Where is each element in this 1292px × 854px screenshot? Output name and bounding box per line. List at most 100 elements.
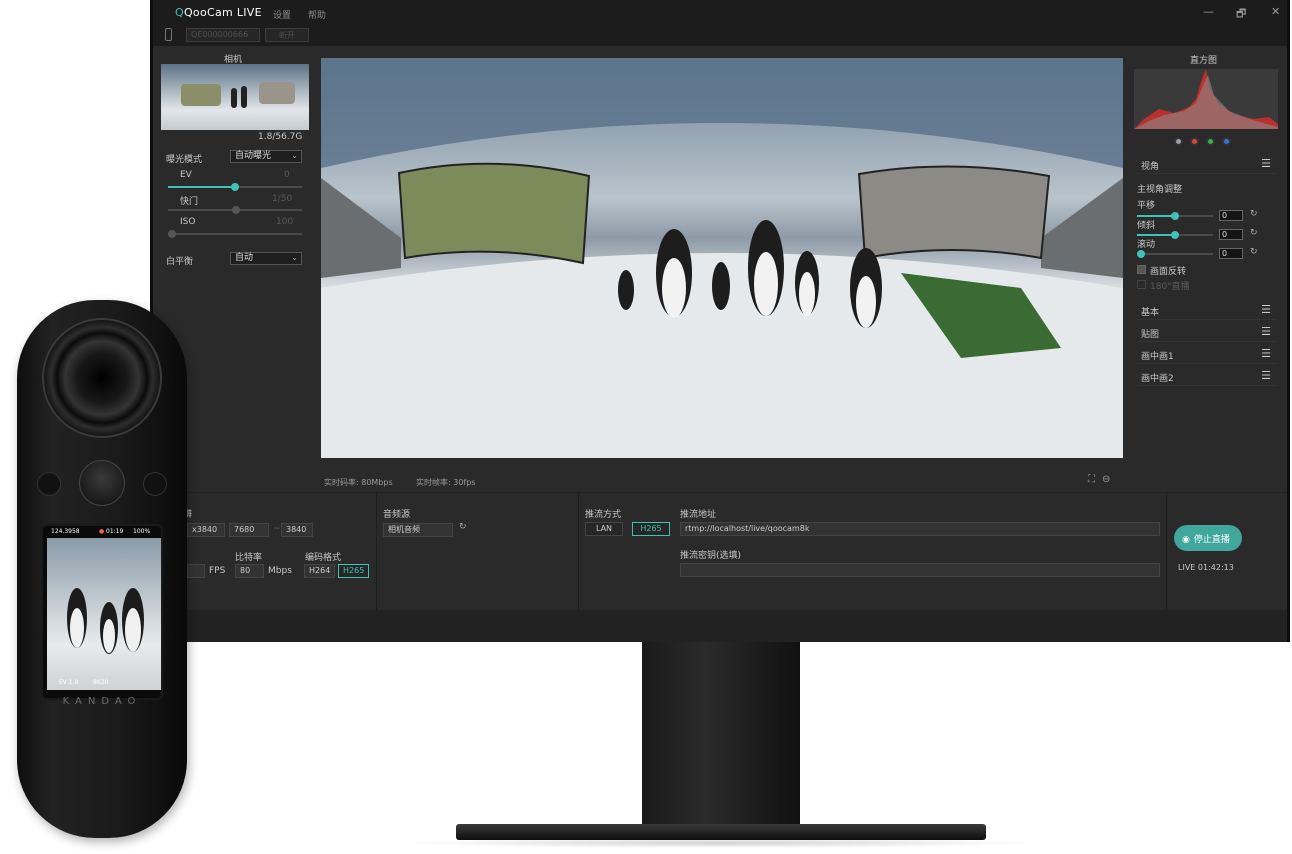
tilt-slider-knob[interactable] xyxy=(1171,231,1179,239)
menu-help[interactable]: 帮助 xyxy=(308,8,326,21)
section-view-label: 视角 xyxy=(1141,162,1160,172)
refresh-icon[interactable]: ↻ xyxy=(459,522,467,532)
panorama-preview[interactable] xyxy=(321,58,1123,458)
resolution-separator: ~ xyxy=(273,524,281,534)
ev-label: EV xyxy=(180,170,192,180)
screen-rec-time: 01:19 xyxy=(106,528,124,535)
screen-mode: 8K30 xyxy=(93,679,109,686)
roll-input[interactable]: 0 xyxy=(1219,248,1243,259)
menu-icon[interactable]: ☰ xyxy=(1261,347,1271,360)
disconnect-button[interactable]: 断开 xyxy=(265,28,309,42)
pan-slider[interactable] xyxy=(1137,212,1213,220)
bitrate-unit: Mbps xyxy=(268,566,292,576)
menu-icon[interactable]: ☰ xyxy=(1261,325,1271,338)
minimize-icon[interactable]: — xyxy=(1203,5,1214,18)
section-basic-label: 基本 xyxy=(1141,308,1160,318)
tilt-reset-icon[interactable]: ↻ xyxy=(1250,228,1258,238)
ev-slider-knob[interactable] xyxy=(231,183,239,191)
audio-section: 音频源 相机音频 ↻ xyxy=(377,493,579,611)
close-icon[interactable]: ✕ xyxy=(1271,5,1280,18)
pan-slider-knob[interactable] xyxy=(1171,212,1179,220)
bitrate-input[interactable]: 80 xyxy=(235,564,264,578)
white-balance-label: 白平衡 xyxy=(166,257,194,267)
tilt-label: 倾斜 xyxy=(1137,221,1156,231)
screen-battery: 100% xyxy=(133,528,151,535)
menu-icon[interactable]: ☰ xyxy=(1261,157,1271,170)
ev-slider[interactable] xyxy=(168,183,302,191)
chevron-down-icon: ⌄ xyxy=(291,253,298,262)
exposure-mode-select[interactable]: 自动曝光 ⌄ xyxy=(230,150,302,163)
audio-source-select[interactable]: 相机音频 xyxy=(383,523,453,537)
shutter-slider[interactable] xyxy=(168,206,302,214)
fullscreen-icon[interactable]: ⛶ xyxy=(1088,474,1095,485)
stop-live-button[interactable]: ◉ 停止直播 xyxy=(1174,525,1242,551)
channel-blue-dot[interactable] xyxy=(1222,137,1231,146)
roll-slider-knob[interactable] xyxy=(1137,250,1145,258)
fps-unit: FPS xyxy=(209,566,226,576)
stream-key-input[interactable] xyxy=(680,563,1160,577)
right-button xyxy=(143,472,167,496)
section-basic[interactable]: 基本 ☰ xyxy=(1137,300,1277,320)
section-pip2[interactable]: 画中画2 ☰ xyxy=(1137,366,1277,386)
device-serial-field[interactable]: QE000000666 xyxy=(186,28,260,42)
codec-h265-option[interactable]: H265 xyxy=(338,564,369,578)
chevron-down-icon: ⌄ xyxy=(291,151,298,160)
iso-slider-knob[interactable] xyxy=(168,230,176,238)
white-balance-select[interactable]: 自动 ⌄ xyxy=(230,252,302,265)
pan-reset-icon[interactable]: ↻ xyxy=(1250,209,1258,219)
pan-input[interactable]: 0 xyxy=(1219,210,1243,221)
ev-value: 0 xyxy=(284,170,290,180)
section-pip1[interactable]: 画中画1 ☰ xyxy=(1137,344,1277,364)
codec-h264-option[interactable]: H264 xyxy=(304,564,335,578)
app-logo: QQooCam LIVE xyxy=(175,6,262,19)
resolution-width-input[interactable]: x3840 xyxy=(187,523,225,537)
qoocam-device: 124.3958 ● 01:19 100% EV 1.0 8K30 KANDAO xyxy=(17,300,187,838)
camera-screen-image xyxy=(47,538,161,690)
section-view[interactable]: 视角 ☰ xyxy=(1137,154,1277,174)
menu-icon[interactable]: ☰ xyxy=(1261,303,1271,316)
view180-checkbox[interactable] xyxy=(1137,280,1146,289)
codec-label: 编码格式 xyxy=(305,553,342,563)
exposure-mode-value: 自动曝光 xyxy=(235,151,272,161)
tilt-input[interactable]: 0 xyxy=(1219,229,1243,240)
live-timer: LIVE 01:42:13 xyxy=(1178,563,1234,572)
histogram-title: 直方图 xyxy=(1190,56,1218,66)
tilt-slider[interactable] xyxy=(1137,231,1213,239)
channel-all-dot[interactable] xyxy=(1174,137,1183,146)
menu-settings[interactable]: 设置 xyxy=(273,8,291,21)
stream-url-input[interactable]: rtmp://localhost/live/qoocam8k xyxy=(680,522,1160,536)
camera-screen: 124.3958 ● 01:19 100% EV 1.0 8K30 xyxy=(41,524,163,700)
pan-slider-fill xyxy=(1137,215,1175,217)
rec-dot-icon: ● xyxy=(99,528,105,535)
menu-icon[interactable]: ☰ xyxy=(1261,369,1271,382)
bitrate-label: 比特率 xyxy=(235,553,263,563)
stream-key-label: 推流密钥(选填) xyxy=(680,551,742,561)
stream-url-label: 推流地址 xyxy=(680,510,717,520)
section-sticker[interactable]: 贴图 ☰ xyxy=(1137,322,1277,342)
output-height-input[interactable]: 3840 xyxy=(281,523,313,537)
fps-input[interactable] xyxy=(187,564,205,578)
iso-value: 100 xyxy=(276,217,294,227)
flip-checkbox[interactable] xyxy=(1137,265,1146,274)
monitor-stand-base xyxy=(456,824,986,840)
stream-mode-lan-option[interactable]: LAN xyxy=(585,522,623,536)
section-sticker-label: 贴图 xyxy=(1141,330,1160,340)
stream-section: 推流方式 LAN H265 推流地址 rtmp://localhost/live… xyxy=(579,493,1167,611)
screen-ev: EV 1.0 xyxy=(59,679,79,686)
panorama-image xyxy=(321,58,1123,458)
channel-green-dot[interactable] xyxy=(1206,137,1215,146)
channel-red-dot[interactable] xyxy=(1190,137,1199,146)
output-width-input[interactable]: 7680 xyxy=(229,523,269,537)
shutter-slider-knob[interactable] xyxy=(232,206,240,214)
roll-slider[interactable] xyxy=(1137,250,1213,258)
shutter-button xyxy=(79,460,125,506)
iso-slider[interactable] xyxy=(168,230,302,238)
stream-mode-h265-option[interactable]: H265 xyxy=(632,522,670,536)
settings-panel: 直方图 视角 ☰ 主视角调整 平移 0 ↻ 倾斜 0 ↻ 滚动 0 ↻ 画面反转… xyxy=(1131,48,1281,490)
shutter-label: 快门 xyxy=(180,197,199,207)
iso-label: ISO xyxy=(180,217,196,227)
minus-circle-icon[interactable]: ⊖ xyxy=(1102,474,1110,485)
histogram-chart xyxy=(1134,69,1278,129)
restore-icon[interactable]: 🗗 xyxy=(1236,5,1246,24)
roll-reset-icon[interactable]: ↻ xyxy=(1250,247,1258,257)
